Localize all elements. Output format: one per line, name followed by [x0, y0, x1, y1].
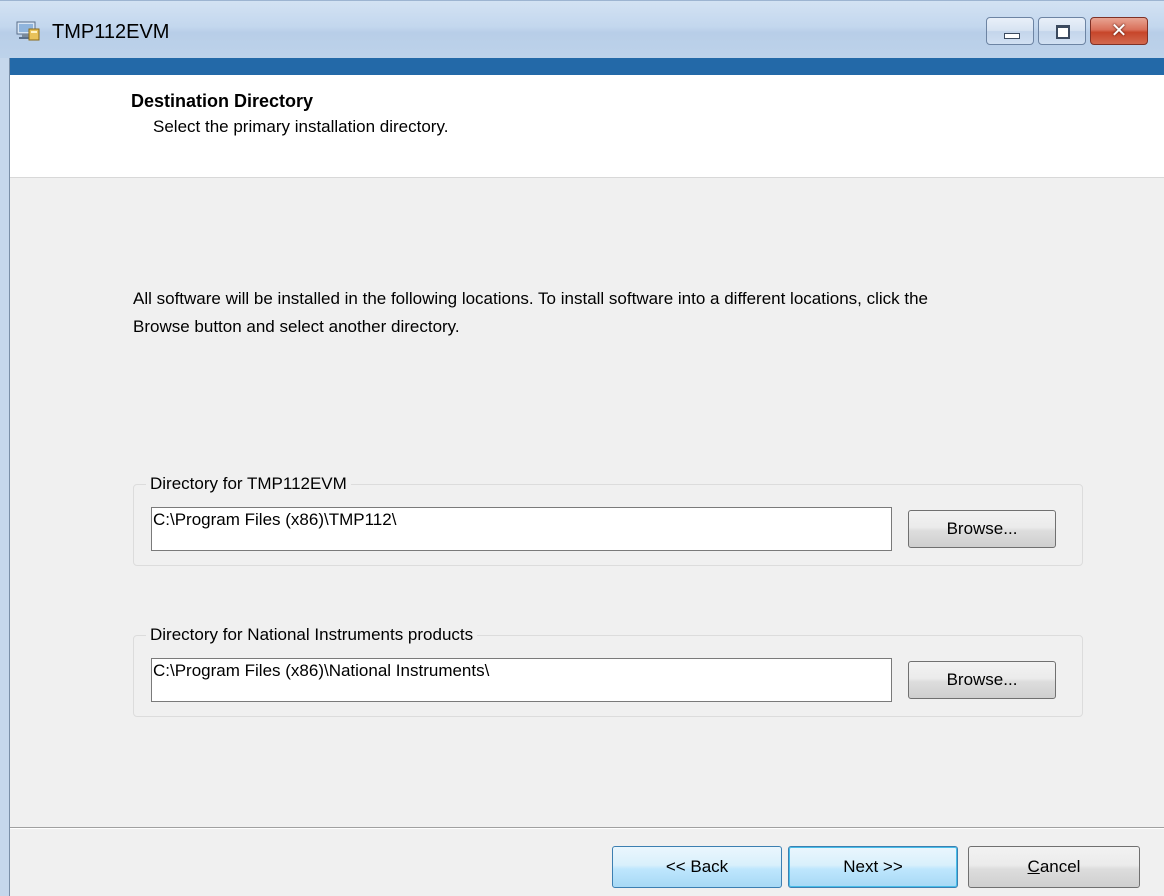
cancel-mnemonic: C — [1027, 857, 1040, 876]
tmp112-directory-field[interactable] — [151, 507, 892, 551]
group-ni-directory: Directory for National Instruments produ… — [133, 624, 1083, 717]
footer-divider — [10, 827, 1164, 829]
header-divider — [10, 177, 1164, 178]
group-legend: Directory for National Instruments produ… — [146, 624, 478, 646]
maximize-icon — [1056, 25, 1070, 39]
installer-icon — [16, 21, 40, 41]
next-button[interactable]: Next >> — [788, 846, 958, 888]
cancel-button[interactable]: Cancel — [968, 846, 1140, 888]
close-icon: ✕ — [1110, 20, 1128, 42]
window-title: TMP112EVM — [52, 21, 170, 43]
minimize-button[interactable] — [986, 17, 1034, 45]
minimize-icon — [1004, 33, 1020, 39]
cancel-label-rest: ancel — [1039, 857, 1081, 876]
title-bar[interactable]: TMP112EVM ✕ — [0, 0, 1164, 58]
accent-bar — [0, 58, 1164, 75]
page-title: Destination Directory — [131, 91, 314, 111]
ni-directory-field[interactable] — [151, 658, 892, 702]
page-subtitle: Select the primary installation director… — [153, 117, 449, 136]
browse-tmp112-button[interactable]: Browse... — [908, 510, 1056, 548]
window-frame-left — [0, 58, 10, 896]
group-tmp112-directory: Directory for TMP112EVM Browse... — [133, 473, 1083, 566]
maximize-button[interactable] — [1038, 17, 1086, 45]
back-button[interactable]: << Back — [612, 846, 782, 888]
installer-window: TMP112EVM ✕ Destination Directory Select… — [0, 0, 1164, 896]
instructions-text: All software will be installed in the fo… — [133, 289, 928, 336]
group-legend: Directory for TMP112EVM — [146, 473, 351, 495]
browse-ni-button[interactable]: Browse... — [908, 661, 1056, 699]
close-button[interactable]: ✕ — [1090, 17, 1148, 45]
page-header: Destination Directory Select the primary… — [10, 75, 1164, 177]
